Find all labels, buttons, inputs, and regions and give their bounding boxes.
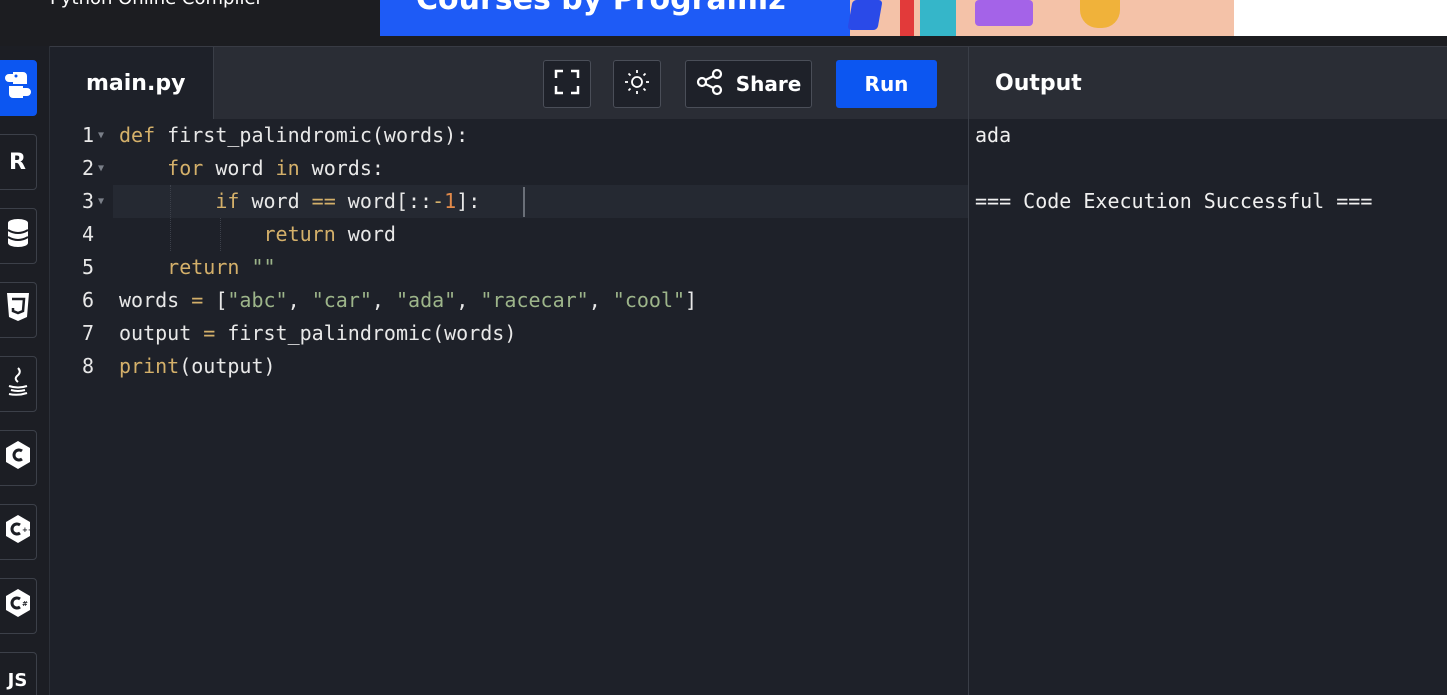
line-number: 5 [81, 255, 94, 279]
cpp-icon: ++ [5, 514, 33, 550]
banner-illustration-book [920, 0, 956, 36]
r-icon: R [9, 149, 26, 175]
code-line: 1 ▼ def first_palindromic(words): [50, 119, 968, 152]
line-number: 7 [81, 321, 94, 345]
top-banner-strip: Python Online Compiler Courses by Progra… [0, 0, 1447, 46]
lang-cpp-button[interactable]: ++ [0, 504, 37, 560]
site-title: Python Online Compiler [50, 0, 263, 9]
code-text: def first_palindromic(words): [119, 123, 469, 147]
share-button[interactable]: Share [685, 60, 812, 108]
lang-r-button[interactable]: R [0, 134, 37, 190]
lang-sql-button[interactable] [0, 208, 37, 264]
lang-java-button[interactable] [0, 356, 37, 412]
fold-arrow-icon[interactable]: ▼ [98, 185, 104, 218]
banner-blank [1234, 0, 1447, 36]
code-text: output = first_palindromic(words) [119, 321, 517, 345]
code-text: print(output) [119, 354, 276, 378]
banner-text: Courses by Programiz [416, 0, 786, 17]
csharp-icon: # [5, 588, 31, 624]
lang-html-button[interactable] [0, 282, 37, 338]
theme-toggle-button[interactable] [613, 60, 661, 108]
database-icon [6, 218, 29, 254]
python-icon [4, 70, 31, 106]
banner-illustration-stack [975, 0, 1033, 26]
share-icon [696, 68, 724, 101]
line-number: 8 [81, 354, 94, 378]
fold-arrow-icon[interactable]: ▼ [98, 119, 104, 152]
code-line: 7 output = first_palindromic(words) [50, 317, 968, 350]
html5-icon [6, 292, 30, 328]
output-line: ada [975, 123, 1012, 147]
lang-python-button[interactable] [0, 60, 37, 116]
execution-status: === Code Execution Successful === [975, 189, 1373, 213]
share-label: Share [735, 72, 802, 96]
ad-banner[interactable]: Courses by Programiz [380, 0, 1447, 36]
svg-text:#: # [22, 600, 28, 608]
sun-icon [624, 69, 650, 100]
lang-csharp-button[interactable]: # [0, 578, 37, 634]
code-text: for word in words: [167, 156, 384, 180]
lang-c-button[interactable] [0, 430, 37, 486]
language-sidebar: R ++ # JS [0, 46, 50, 695]
line-number: 3 [81, 189, 94, 213]
code-text: if word == word[::-1]: [215, 189, 481, 213]
file-tab-main-py[interactable]: main.py [50, 47, 214, 120]
c-icon [5, 440, 31, 476]
banner-illustration-box [847, 0, 883, 30]
run-button[interactable]: Run [836, 60, 937, 108]
code-text: return "" [167, 255, 276, 279]
fullscreen-icon [554, 69, 580, 100]
code-line: 8 print(output) [50, 350, 968, 383]
code-text: words = ["abc", "car", "ada", "racecar",… [119, 288, 698, 312]
output-header: Output [968, 46, 1447, 119]
code-line: 3 ▼ if word == word[::-1]: [50, 185, 968, 218]
js-icon: JS [7, 669, 28, 691]
editor-toolbar: main.py Share Run [50, 46, 968, 120]
code-text: return word [263, 222, 396, 246]
output-panel: ada === Code Execution Successful === [968, 119, 1447, 695]
java-icon [6, 366, 30, 402]
code-line: 6 words = ["abc", "car", "ada", "racecar… [50, 284, 968, 317]
text-cursor [523, 187, 525, 217]
svg-text:++: ++ [22, 526, 31, 534]
lang-js-button[interactable]: JS [0, 652, 37, 695]
fullscreen-button[interactable] [543, 60, 591, 108]
line-number: 2 [81, 156, 94, 180]
code-line: 5 return "" [50, 251, 968, 284]
line-number: 1 [81, 123, 94, 147]
line-number: 4 [81, 222, 94, 246]
code-line: 2 ▼ for word in words: [50, 152, 968, 185]
fold-arrow-icon[interactable]: ▼ [98, 152, 104, 185]
banner-illustration-book [900, 0, 914, 36]
code-line: 4 return word [50, 218, 968, 251]
code-editor[interactable]: 1 ▼ def first_palindromic(words): 2 ▼ fo… [50, 119, 968, 695]
line-number: 6 [81, 288, 94, 312]
